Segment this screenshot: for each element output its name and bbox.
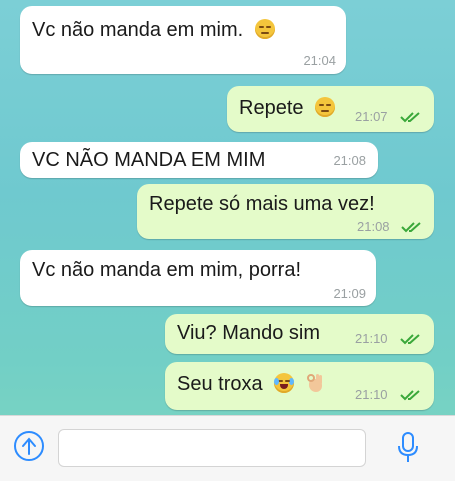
outgoing-message[interactable]: Viu? Mando sim 21:10 [165,314,434,354]
incoming-message[interactable]: Vc não manda em mim. 21:04 [20,6,346,74]
outgoing-message[interactable]: Repete 21:07 [227,86,434,132]
read-receipt-icon [400,334,420,345]
read-receipt-icon [400,390,420,401]
chat-area: Vc não manda em mim. 21:04 Repete 21:07 … [0,0,455,415]
message-text: Seu troxa [177,373,263,395]
message-text: Repete [239,97,304,119]
outgoing-message[interactable]: Repete só mais uma vez! 21:08 [137,184,434,239]
incoming-message[interactable]: VC NÃO MANDA EM MIM 21:08 [20,142,378,178]
microphone-icon[interactable] [396,432,420,464]
read-receipt-icon [400,112,420,123]
message-time: 21:10 [355,387,388,402]
message-text: VC NÃO MANDA EM MIM [32,149,266,171]
composer-bar [0,415,455,481]
attach-button[interactable] [14,431,44,461]
incoming-message[interactable]: Vc não manda em mim, porra! 21:09 [20,250,376,306]
joy-face-icon [274,373,295,393]
read-receipt-icon [401,222,421,233]
message-time: 21:09 [333,286,366,301]
unamused-face-icon [315,97,336,117]
message-time: 21:07 [355,109,388,124]
message-time: 21:10 [355,331,388,346]
message-time: 21:08 [333,153,366,168]
message-text: Vc não manda em mim, porra! [32,259,301,281]
ok-hand-icon [306,373,324,393]
message-text: Vc não manda em mim. [32,19,244,41]
message-input[interactable] [58,429,366,467]
message-time: 21:08 [357,219,390,234]
message-text: Repete só mais uma vez! [149,193,375,215]
arrow-up-icon [22,437,36,455]
relieved-face-icon [254,19,275,39]
outgoing-message[interactable]: Seu troxa 21:10 [165,362,434,410]
message-time: 21:04 [303,53,336,68]
message-text: Viu? Mando sim [177,322,321,344]
